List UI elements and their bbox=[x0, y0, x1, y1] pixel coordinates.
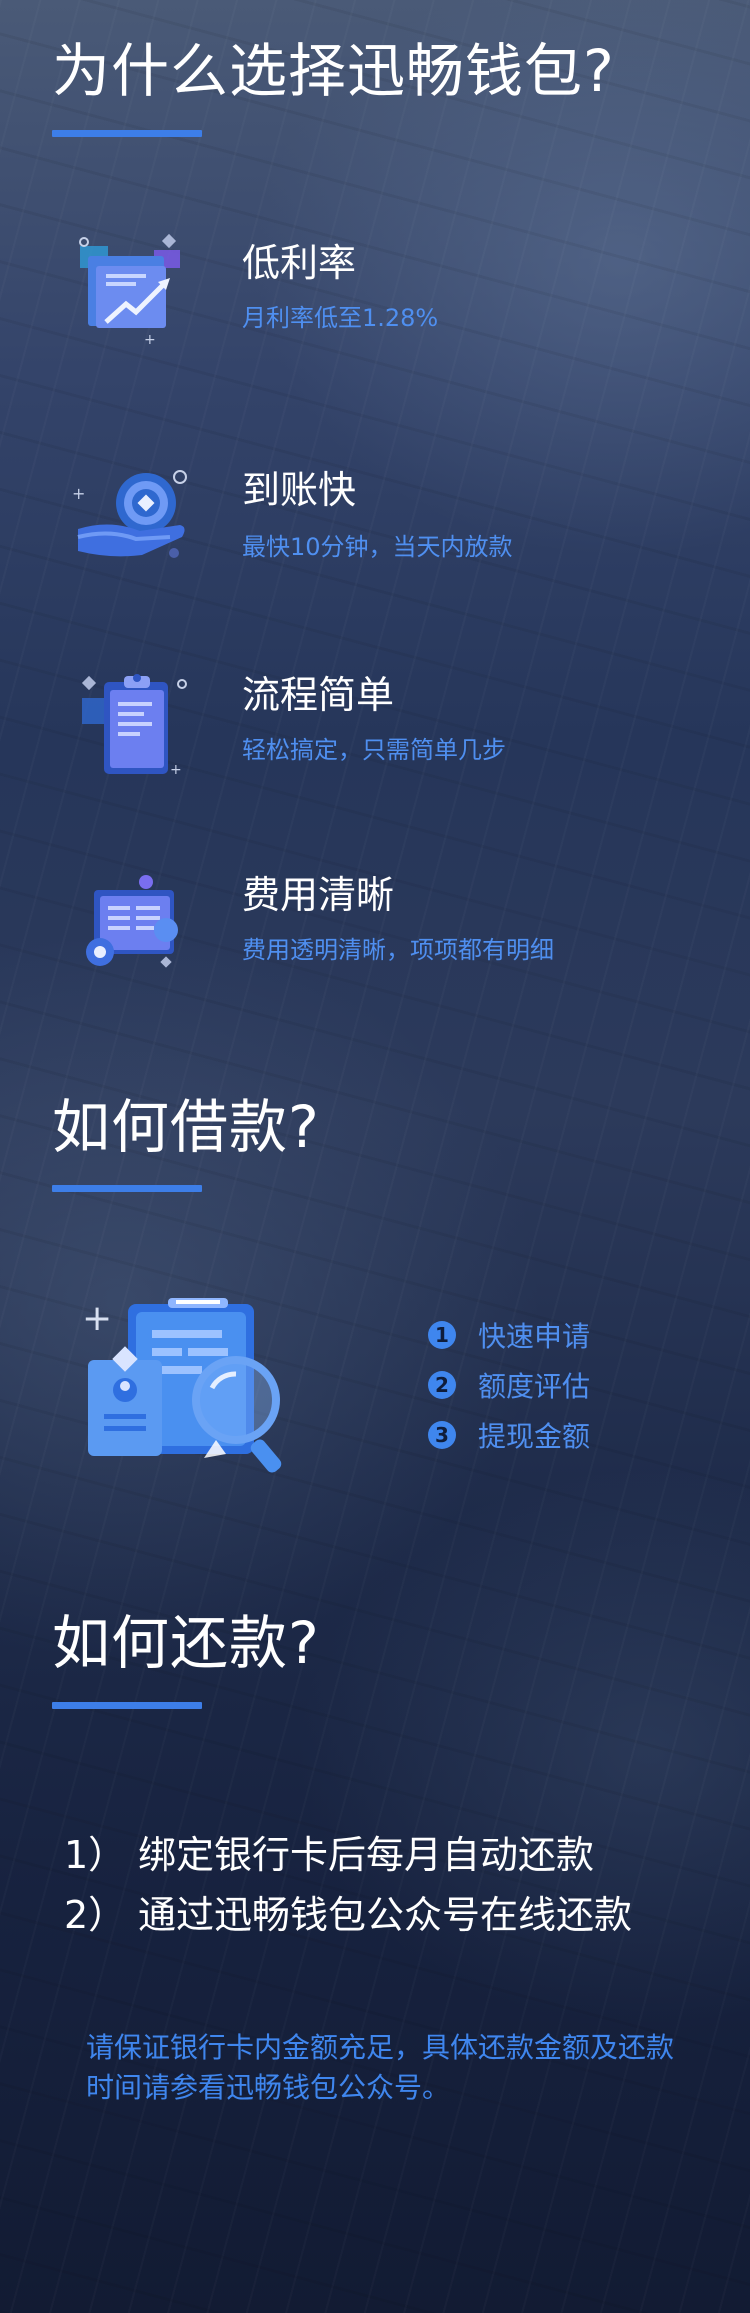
feature-title: 流程简单 bbox=[242, 673, 395, 717]
repay-title-underline bbox=[52, 1702, 202, 1709]
growth-chart-icon: + bbox=[70, 226, 200, 356]
feature-title: 费用清晰 bbox=[242, 873, 395, 917]
feature-title: 低利率 bbox=[242, 241, 357, 285]
step-label: 额度评估 bbox=[478, 1370, 591, 1403]
feature-fast-payout: + 到账快 最快10分钟，当天内放款 bbox=[70, 455, 690, 585]
svg-text:+: + bbox=[72, 484, 85, 503]
document-magnifier-icon: + bbox=[76, 1290, 296, 1490]
coin-hand-icon: + bbox=[70, 455, 200, 585]
repay-method-item: 1） 绑定银行卡后每月自动还款 bbox=[64, 1836, 594, 1874]
borrow-step: 1 快速申请 bbox=[428, 1310, 590, 1360]
repay-note: 请保证银行卡内金额充足，具体还款金额及还款时间请参看迅畅钱包公众号。 bbox=[86, 2031, 675, 2104]
step-number-badge: 1 bbox=[428, 1321, 456, 1349]
repay-item-index: 1） bbox=[64, 1833, 127, 1877]
borrow-title-underline bbox=[52, 1185, 202, 1192]
feature-title: 到账快 bbox=[242, 468, 357, 512]
feature-simple-process: + 流程简单 轻松搞定，只需简单几步 bbox=[70, 662, 690, 792]
feature-desc: 月利率低至1.28% bbox=[242, 304, 439, 332]
feature-desc: 费用透明清晰，项项都有明细 bbox=[242, 936, 554, 964]
repay-item-index: 2） bbox=[64, 1893, 127, 1937]
borrow-section-title: 如何借款? bbox=[52, 1093, 320, 1161]
borrow-step: 2 额度评估 bbox=[428, 1360, 590, 1410]
repay-section-title: 如何还款? bbox=[52, 1609, 320, 1677]
clipboard-icon: + bbox=[70, 662, 200, 792]
feature-desc: 轻松搞定，只需简单几步 bbox=[242, 736, 506, 764]
repay-item-text: 绑定银行卡后每月自动还款 bbox=[138, 1833, 595, 1877]
step-label: 快速申请 bbox=[478, 1320, 591, 1353]
svg-text:+: + bbox=[82, 1298, 112, 1339]
svg-text:+: + bbox=[170, 762, 182, 778]
repay-method-item: 2） 通过迅畅钱包公众号在线还款 bbox=[64, 1896, 632, 1934]
feature-desc: 最快10分钟，当天内放款 bbox=[242, 533, 513, 561]
borrow-steps: 1 快速申请 2 额度评估 3 提现金额 bbox=[428, 1310, 590, 1460]
step-number-badge: 2 bbox=[428, 1371, 456, 1399]
feature-low-interest: + 低利率 月利率低至1.28% bbox=[70, 226, 690, 356]
page: 为什么选择迅畅钱包? + 低利率 月利率低至1.28% + 到账快 最快10分钟… bbox=[0, 0, 750, 2313]
repay-item-text: 通过迅畅钱包公众号在线还款 bbox=[138, 1893, 633, 1937]
feature-clear-fees: 费用清晰 费用透明清晰，项项都有明细 bbox=[70, 866, 690, 996]
borrow-step: 3 提现金额 bbox=[428, 1410, 590, 1460]
bill-details-icon bbox=[70, 866, 200, 996]
why-title-underline bbox=[52, 130, 202, 137]
step-label: 提现金额 bbox=[478, 1420, 591, 1453]
svg-text:+: + bbox=[144, 332, 156, 348]
step-number-badge: 3 bbox=[428, 1421, 456, 1449]
why-section-title: 为什么选择迅畅钱包? bbox=[52, 37, 615, 105]
